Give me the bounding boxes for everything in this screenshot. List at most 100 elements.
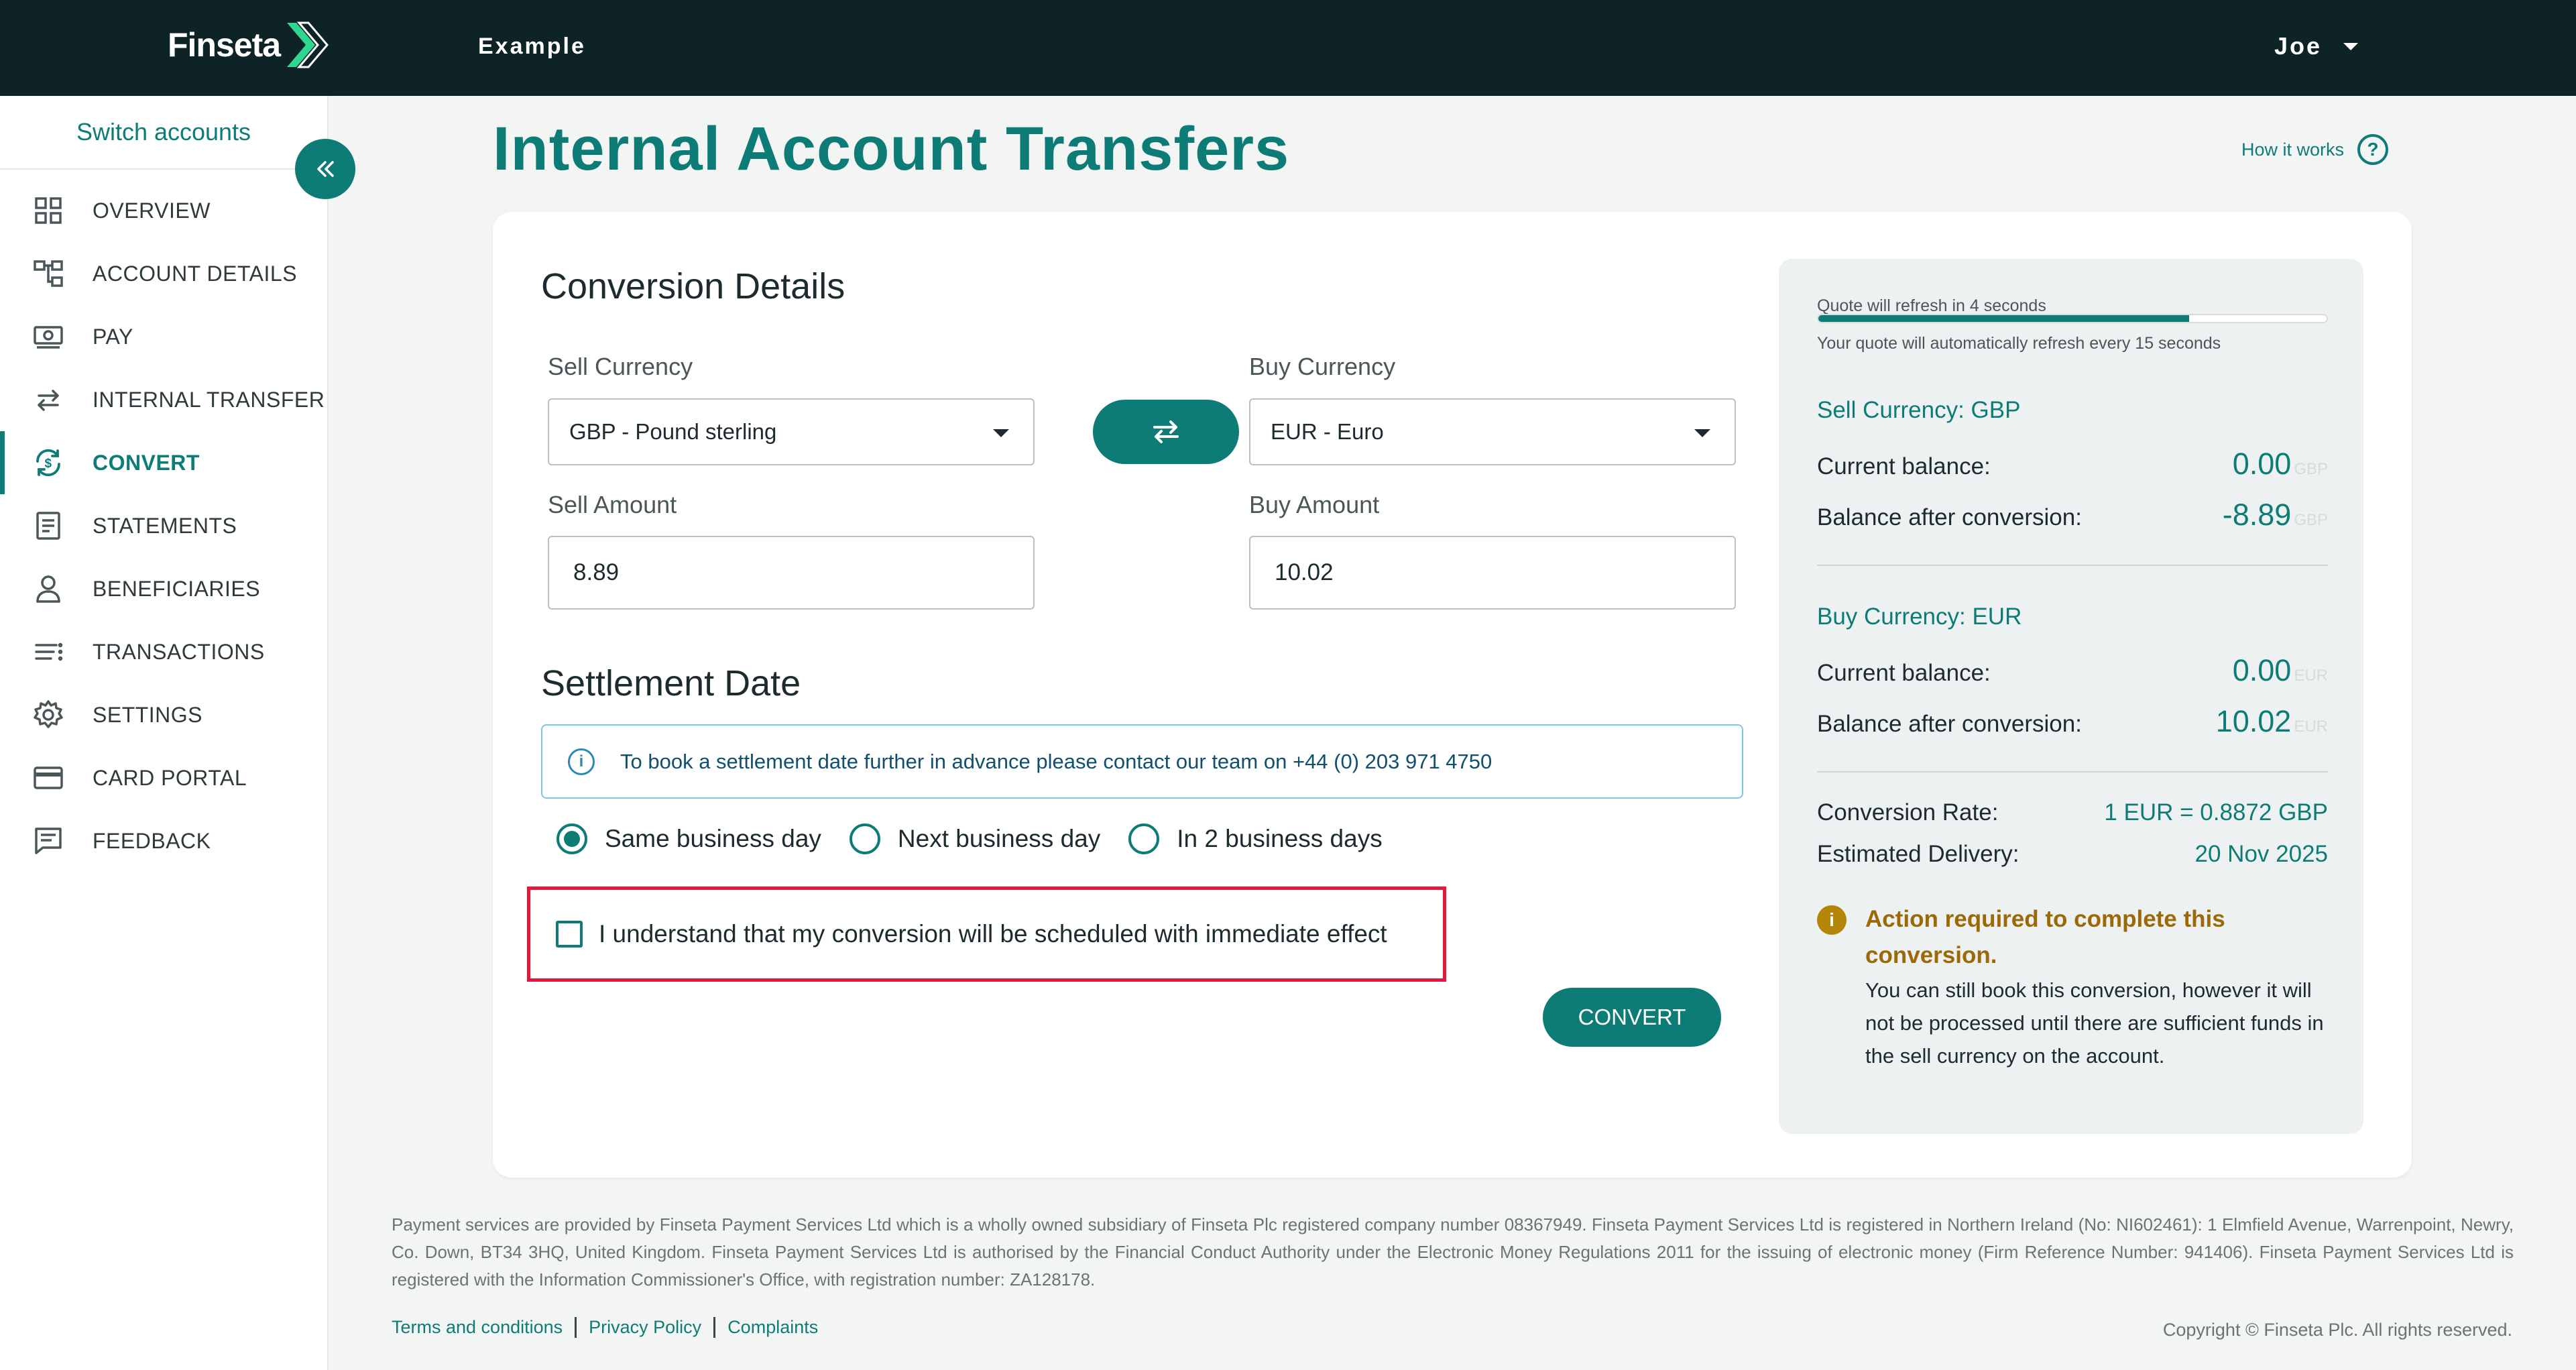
user-menu[interactable]: Joe [2274,32,2358,60]
sidebar-item-account-details[interactable]: ACCOUNT DETAILS [0,242,327,305]
quote-auto-refresh-text: Your quote will automatically refresh ev… [1817,334,2221,353]
complaints-link[interactable]: Complaints [727,1317,830,1338]
buy-current-balance-row: Current balance: 0.00 EUR [1817,653,2328,688]
radio-label: Same business day [605,825,821,852]
sidebar-item-label: CONVERT [93,450,200,475]
buy-balance-after-row: Balance after conversion: 10.02 EUR [1817,704,2328,739]
estimated-delivery-row: Estimated Delivery: 20 Nov 2025 [1817,841,2328,868]
copyright-text: Copyright © Finseta Plc. All rights rese… [2162,1320,2512,1340]
sidebar-item-feedback[interactable]: FEEDBACK [0,809,327,872]
quote-refresh-progress-fill [1818,315,2190,322]
buy-amount-label: Buy Amount [1249,491,1380,518]
sidebar-item-pay[interactable]: PAY [0,305,327,368]
swap-icon [1153,420,1179,443]
buy-currency-value: EUR - Euro [1271,419,1384,444]
sell-amount-label: Sell Amount [548,491,677,518]
switch-accounts-link[interactable]: Switch accounts [0,96,327,170]
sidebar-item-label: OVERVIEW [93,198,211,223]
estimated-delivery-value: 20 Nov 2025 [2194,841,2328,867]
sell-currency-value: GBP - Pound sterling [569,419,777,444]
conversion-rate-label: Conversion Rate: [1817,799,1999,825]
document-icon [32,510,64,542]
sell-current-balance-row: Current balance: 0.00 GBP [1817,447,2328,481]
buy-currency-heading: Buy Currency: EUR [1817,604,2022,630]
settlement-info-banner: i To book a settlement date further in a… [541,724,1743,799]
chevron-down-icon [1694,429,1710,437]
sell-balance-after-label: Balance after conversion: [1817,504,2082,530]
sell-balance-after-unit: GBP [2294,511,2328,529]
radio-same-business-day[interactable]: Same business day [557,823,821,854]
radio-in-2-business-days[interactable]: In 2 business days [1128,823,1383,854]
arrows-icon [32,384,64,416]
finseta-logo[interactable]: Finseta [168,20,330,70]
settlement-date-heading: Settlement Date [541,663,801,703]
buy-currency-label: Buy Currency [1249,353,1396,380]
buy-current-balance-unit: EUR [2294,667,2328,685]
sidebar: Switch accounts OVERVIEW ACCOUNT DETAILS… [0,96,355,1370]
sell-balance-after-value: -8.89 [2222,498,2292,532]
settlement-info-text: To book a settlement date further in adv… [620,749,1492,773]
buy-amount-input[interactable]: 10.02 [1249,536,1736,610]
sidebar-item-overview[interactable]: OVERVIEW [0,179,327,242]
quote-refresh-text: Quote will refresh in 4 seconds [1817,296,2046,315]
warning-icon: i [1817,905,1847,935]
sidebar-item-convert[interactable]: $ CONVERT [0,431,327,494]
privacy-policy-link[interactable]: Privacy Policy [589,1317,716,1338]
sell-amount-value: 8.89 [573,559,620,585]
buy-current-balance-label: Current balance: [1817,660,1991,686]
estimated-delivery-label: Estimated Delivery: [1817,841,2019,867]
sidebar-item-label: TRANSACTIONS [93,639,265,664]
conversion-rate-value: 1 EUR = 0.8872 GBP [2104,799,2328,825]
structure-icon [32,258,64,290]
quote-refresh-progress [1817,314,2328,323]
sidebar-item-internal-transfer[interactable]: INTERNAL TRANSFER [0,368,327,431]
sidebar-item-label: ACCOUNT DETAILS [93,261,298,286]
sidebar-nav: OVERVIEW ACCOUNT DETAILS PAY INTERNAL TR… [0,170,327,872]
sidebar-item-label: STATEMENTS [93,513,237,538]
radio-next-business-day[interactable]: Next business day [849,823,1101,854]
sidebar-item-beneficiaries[interactable]: BENEFICIARIES [0,557,327,620]
sidebar-item-label: SETTINGS [93,702,203,727]
convert-button[interactable]: CONVERT [1543,988,1721,1047]
buy-balance-after-value: 10.02 [2215,704,2292,738]
swap-currencies-button[interactable] [1093,400,1239,464]
immediate-effect-checkbox[interactable] [556,921,583,948]
conversion-rate-row: Conversion Rate: 1 EUR = 0.8872 GBP [1817,799,2328,826]
how-it-works-label: How it works [2241,139,2344,160]
settlement-options: Same business day Next business day In 2… [557,823,1411,854]
buy-balance-after-label: Balance after conversion: [1817,711,2082,737]
sell-current-balance-value: 0.00 [2232,447,2292,481]
sidebar-item-card-portal[interactable]: CARD PORTAL [0,746,327,809]
radio-unselected-icon [849,823,880,854]
radio-selected-icon [557,823,587,854]
gear-icon [32,699,64,731]
how-it-works-link[interactable]: How it works ? [2241,134,2388,165]
sidebar-item-label: BENEFICIARIES [93,576,261,601]
sell-currency-select[interactable]: GBP - Pound sterling [548,398,1035,465]
organization-name: Example [478,34,586,59]
quote-panel: Quote will refresh in 4 seconds Your quo… [1779,259,2363,1134]
action-required-title: Action required to complete this convers… [1865,906,2225,968]
sell-amount-input[interactable]: 8.89 [548,536,1035,610]
card-icon [32,762,64,794]
logo-chevron-icon [287,21,329,68]
collapse-sidebar-button[interactable] [295,139,355,199]
cash-icon [32,321,64,353]
grid-icon [32,194,64,227]
sidebar-item-settings[interactable]: SETTINGS [0,683,327,746]
divider [1817,771,2328,773]
buy-balance-after-unit: EUR [2294,718,2328,736]
radio-label: Next business day [897,825,1101,852]
person-icon [32,573,64,605]
sell-currency-heading: Sell Currency: GBP [1817,397,2021,423]
sidebar-item-statements[interactable]: STATEMENTS [0,494,327,557]
footer-links: Terms and conditions Privacy Policy Comp… [392,1317,842,1338]
legal-footer-text: Payment services are provided by Finseta… [392,1214,2514,1290]
user-name: Joe [2274,32,2322,60]
radio-unselected-icon [1128,823,1160,854]
sidebar-item-transactions[interactable]: TRANSACTIONS [0,620,327,683]
terms-and-conditions-link[interactable]: Terms and conditions [392,1317,577,1338]
svg-text:$: $ [44,457,52,471]
buy-currency-select[interactable]: EUR - Euro [1249,398,1736,465]
action-required-notice: i Action required to complete this conve… [1817,901,2333,1072]
